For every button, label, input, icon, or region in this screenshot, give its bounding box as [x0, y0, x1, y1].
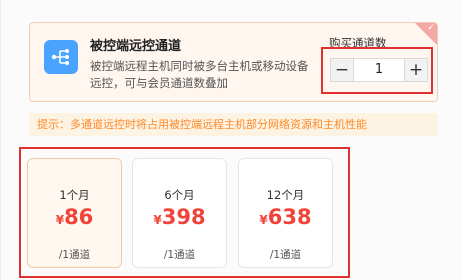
- notice-banner: 提示：多通道远控时将占用被控端远程主机部分网络资源和主机性能: [29, 113, 438, 136]
- check-icon: ✓: [427, 23, 435, 33]
- service-description: 被控端远程主机同时被多台主机或移动设备远控，可与会员通道数叠加: [90, 59, 309, 90]
- network-branch-icon: [44, 40, 78, 74]
- service-title: 被控端远控通道: [90, 39, 182, 54]
- plans-highlight-box: [19, 147, 350, 278]
- quantity-highlight-box: [321, 47, 433, 94]
- channel-purchase-panel: ✓ 被控端远控通道 被控端远程主机同时被多台主机或移动设备远控，可与会员通道数叠…: [0, 0, 463, 280]
